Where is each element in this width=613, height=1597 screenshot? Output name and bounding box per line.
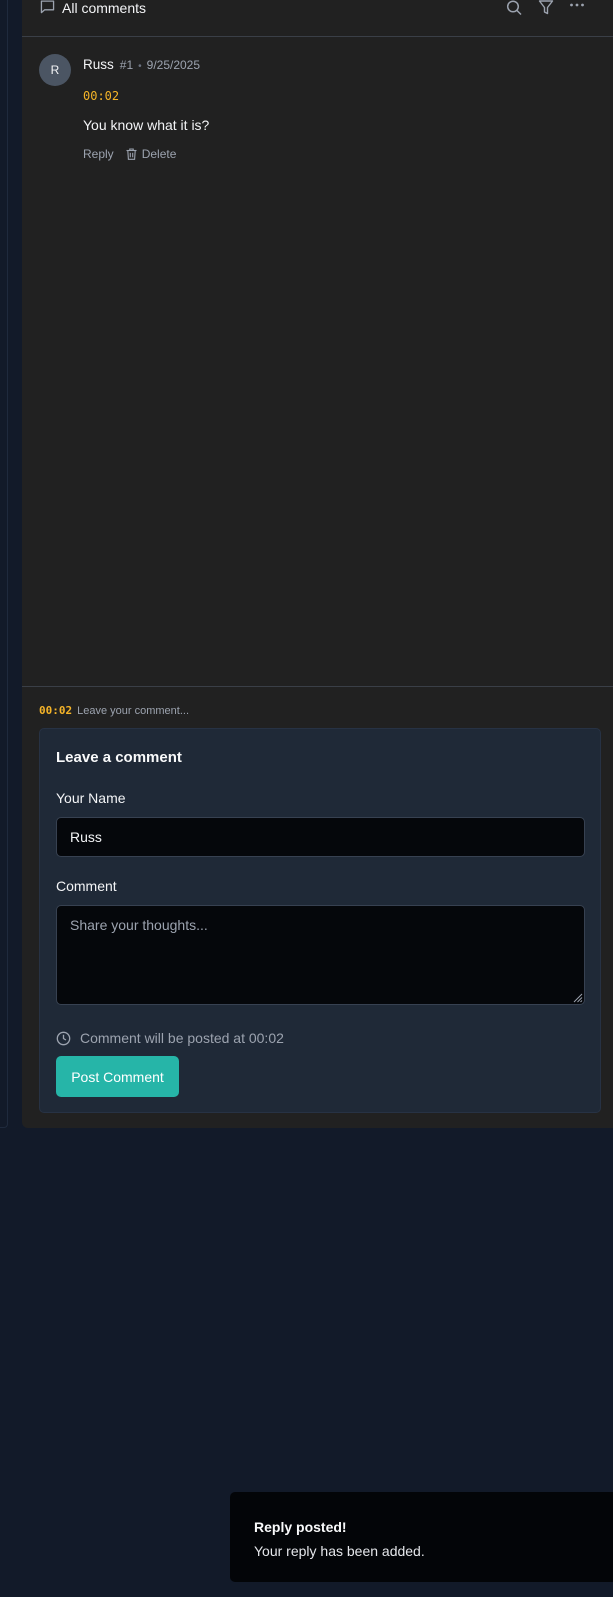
resize-handle-icon[interactable]	[573, 993, 583, 1003]
panel-header: All comments	[22, 0, 613, 37]
comment-text: You know what it is?	[83, 117, 210, 133]
toast-notification[interactable]: Reply posted! Your reply has been added.	[230, 1492, 613, 1582]
comment-textarea[interactable]	[56, 905, 585, 1005]
comments-panel: All comments R Russ #1 • 9/25/2025 00:02 Yo…	[22, 0, 613, 1128]
delete-button[interactable]: Delete	[126, 147, 177, 161]
composer-timestamp: 00:02	[39, 704, 73, 717]
name-label: Your Name	[56, 790, 126, 806]
delete-label: Delete	[141, 147, 177, 161]
clock-icon	[56, 1031, 71, 1045]
chat-icon	[40, 0, 55, 14]
name-input[interactable]	[56, 817, 585, 857]
left-panel-edge	[0, 0, 8, 1128]
reply-button[interactable]: Reply	[83, 147, 114, 161]
comment-meta: Russ #1 • 9/25/2025	[83, 57, 200, 75]
composer-hint: Leave your comment...	[77, 705, 190, 717]
toast-description: Your reply has been added.	[254, 1543, 425, 1559]
composer-bar[interactable]: 00:02 Leave your comment...	[39, 704, 189, 717]
reply-label: Reply	[83, 147, 114, 161]
meta-separator: •	[138, 61, 142, 72]
comment-author: Russ	[83, 57, 114, 72]
comment-number: #1	[119, 58, 134, 72]
more-icon[interactable]	[569, 0, 585, 16]
comment-timestamp[interactable]: 00:02	[83, 89, 119, 103]
form-title: Leave a comment	[56, 749, 182, 766]
comment-label: Comment	[56, 878, 117, 894]
trash-icon	[126, 148, 137, 160]
toast-title: Reply posted!	[254, 1519, 347, 1535]
comment-date: 9/25/2025	[146, 58, 201, 72]
search-icon[interactable]	[506, 0, 522, 16]
post-note-text: Comment will be posted at 00:02	[80, 1030, 284, 1046]
comment-actions: Reply Delete	[83, 147, 176, 161]
panel-title: All comments	[62, 0, 147, 16]
comment-form: Leave a comment Your Name Comment Commen…	[39, 728, 601, 1113]
avatar: R	[39, 54, 71, 86]
divider	[22, 686, 613, 687]
post-comment-button[interactable]: Post Comment	[56, 1056, 179, 1097]
filter-icon[interactable]	[538, 0, 554, 16]
post-time-note: Comment will be posted at 00:02	[56, 1030, 284, 1046]
